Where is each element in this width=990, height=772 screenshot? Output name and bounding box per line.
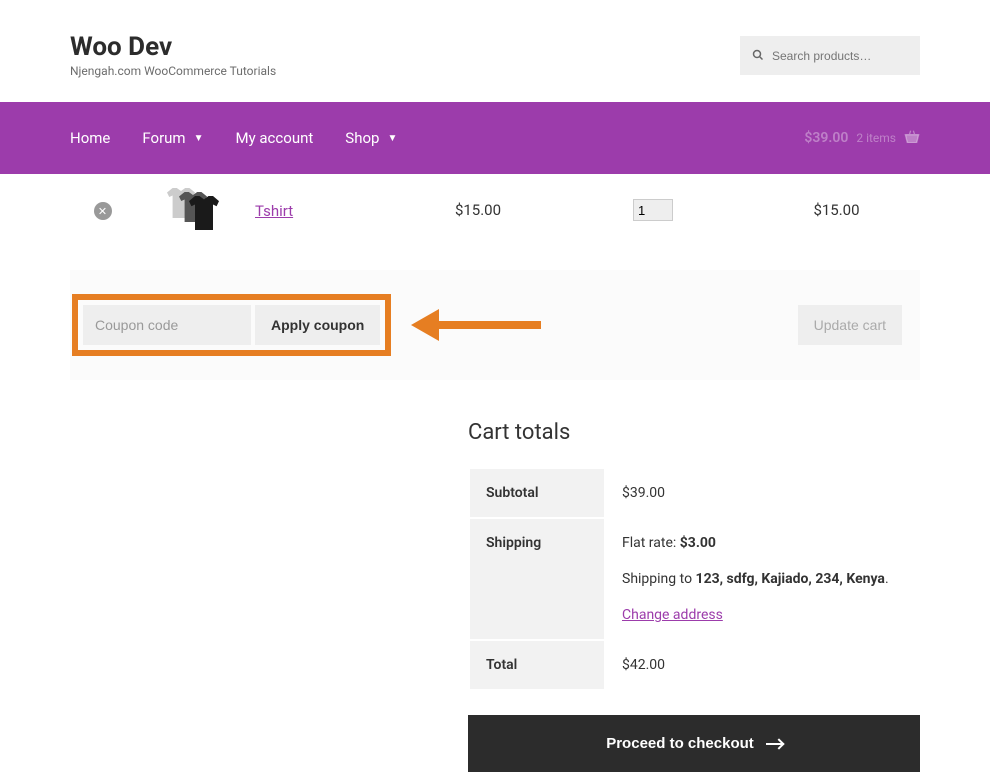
quantity-stepper[interactable] <box>633 199 673 221</box>
nav-item-forum[interactable]: Forum▼ <box>142 129 203 147</box>
total-label: Total <box>470 641 604 689</box>
nav-item-myaccount[interactable]: My account <box>235 129 313 147</box>
coupon-highlight-box: Apply coupon <box>72 294 391 356</box>
product-thumbnail[interactable] <box>167 182 223 238</box>
search-input[interactable] <box>772 49 908 63</box>
coupon-row: Apply coupon Update cart <box>70 270 920 380</box>
update-cart-button[interactable]: Update cart <box>798 305 902 345</box>
nav-cart[interactable]: $39.00 2 items <box>804 129 920 147</box>
cart-amount: $39.00 <box>804 130 848 146</box>
table-row: ✕ Tshirt $15.00 $15.00 <box>70 174 920 250</box>
qty-col <box>553 199 753 221</box>
header: Woo Dev Njengah.com WooCommerce Tutorial… <box>0 0 990 102</box>
totals-table: Subtotal $39.00 Shipping Flat rate: $3.0… <box>468 467 920 691</box>
totals-wrap: Cart totals Subtotal $39.00 Shipping Fla… <box>70 420 920 772</box>
search-box[interactable] <box>740 36 920 75</box>
product-name-link[interactable]: Tshirt <box>255 202 293 220</box>
nav-links: Home Forum▼ My account Shop▼ <box>70 129 397 147</box>
thumb-col <box>135 182 255 238</box>
shipping-to-text: Shipping to 123, sdfg, Kajiado, 234, Ken… <box>622 571 902 587</box>
subtotal-value: $39.00 <box>606 469 918 517</box>
brand: Woo Dev Njengah.com WooCommerce Tutorial… <box>70 32 276 78</box>
change-address-link[interactable]: Change address <box>622 607 723 623</box>
search-icon <box>752 46 764 65</box>
apply-coupon-button[interactable]: Apply coupon <box>255 305 380 345</box>
remove-item-button[interactable]: ✕ <box>94 202 112 220</box>
annotation-arrow <box>411 315 541 335</box>
navbar: Home Forum▼ My account Shop▼ $39.00 2 it… <box>0 102 990 174</box>
shipping-value: Flat rate: $3.00 Shipping to 123, sdfg, … <box>606 519 918 639</box>
subtotal-col: $15.00 <box>753 201 920 219</box>
remove-col: ✕ <box>70 200 135 221</box>
site-subtitle: Njengah.com WooCommerce Tutorials <box>70 64 276 78</box>
shipping-label: Shipping <box>470 519 604 639</box>
site-title: Woo Dev <box>70 32 276 62</box>
proceed-to-checkout-button[interactable]: Proceed to checkout <box>468 715 920 772</box>
basket-icon <box>904 129 920 147</box>
content: ✕ Tshirt $15.00 $15.00 Apply coupon Upda… <box>0 174 990 772</box>
cart-items-count: 2 items <box>856 131 896 145</box>
nav-item-home[interactable]: Home <box>70 129 110 147</box>
cart-totals-heading: Cart totals <box>468 420 920 445</box>
chevron-down-icon: ▼ <box>194 133 204 144</box>
cart-totals: Cart totals Subtotal $39.00 Shipping Fla… <box>468 420 920 772</box>
coupon-input[interactable] <box>83 305 251 345</box>
arrow-right-icon <box>766 743 782 745</box>
subtotal-label: Subtotal <box>470 469 604 517</box>
chevron-down-icon: ▼ <box>387 133 397 144</box>
price-col: $15.00 <box>403 201 553 219</box>
total-value: $42.00 <box>606 641 918 689</box>
nav-item-shop[interactable]: Shop▼ <box>345 129 397 147</box>
name-col: Tshirt <box>255 201 403 220</box>
